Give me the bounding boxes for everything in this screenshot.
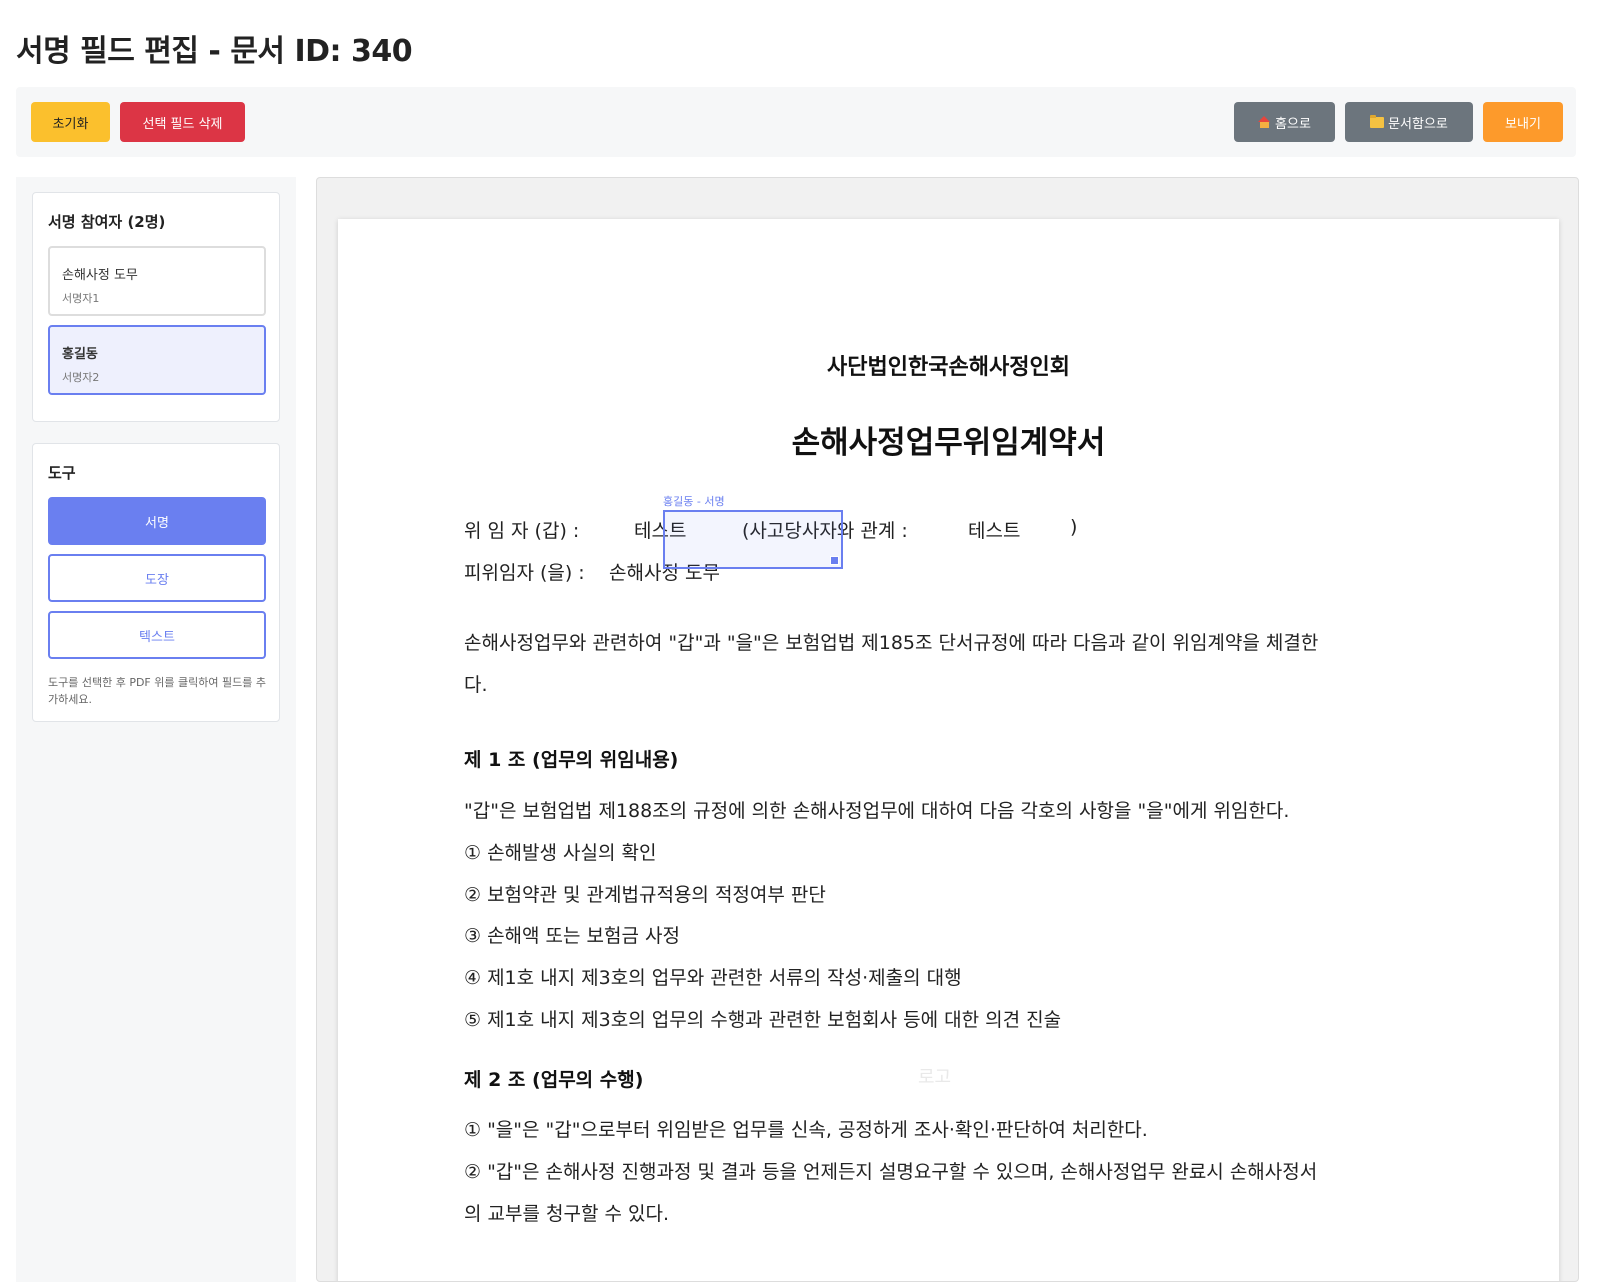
article1-item: ④ 제1호 내지 제3호의 업무와 관련한 서류의 작성·제출의 대행: [464, 967, 962, 989]
home-icon: [1258, 116, 1271, 128]
pdf-page[interactable]: 사단법인한국손해사정인회 손해사정업무위임계약서 위 임 자 (갑) : 테스트…: [338, 219, 1559, 1281]
article2-line: ② "갑"은 손해사정 진행과정 및 결과 등을 언제든지 설명요구할 수 있으…: [464, 1161, 1318, 1183]
delegate-label: 피위임자 (을) :: [464, 562, 585, 584]
documents-button[interactable]: 문서함으로: [1345, 102, 1473, 142]
participant-name: 손해사정 도무: [62, 268, 138, 283]
reset-button[interactable]: 초기화: [31, 102, 110, 142]
page-title: 서명 필드 편집 - 문서 ID: 340: [16, 34, 413, 69]
tools-panel: 도구 서명 도장 텍스트 도구를 선택한 후 PDF 위를 클릭하여 필드를 추…: [32, 443, 280, 722]
tool-text-button[interactable]: 텍스트: [48, 611, 266, 659]
participants-panel: 서명 참여자 (2명) 손해사정 도무 서명자1 홍길동 서명자2: [32, 192, 280, 422]
signature-field-label: 홍길동 - 서명: [663, 495, 725, 508]
tools-title: 도구: [48, 464, 76, 482]
pdf-viewer[interactable]: 사단법인한국손해사정인회 손해사정업무위임계약서 위 임 자 (갑) : 테스트…: [316, 177, 1579, 1282]
home-button-label: 홈으로: [1275, 116, 1311, 132]
doc-title: 손해사정업무위임계약서: [791, 425, 1106, 461]
logo-watermark: 로고: [918, 1067, 952, 1088]
tool-signature-button[interactable]: 서명: [48, 497, 266, 545]
participants-title: 서명 참여자 (2명): [48, 213, 166, 231]
intro-line: 손해사정업무와 관련하여 "갑"과 "을"은 보험업법 제185조 단서규정에 …: [464, 632, 1319, 654]
toolbar: 초기화 선택 필드 삭제 홈으로 문서함으로 보내기: [16, 87, 1576, 157]
article2-title: 제 2 조 (업무의 수행): [464, 1069, 644, 1091]
participant-name: 홍길동: [62, 347, 98, 362]
send-button[interactable]: 보내기: [1483, 102, 1563, 142]
doc-organization: 사단법인한국손해사정인회: [827, 355, 1070, 380]
article1-item: ⑤ 제1호 내지 제3호의 업무의 수행과 관련한 보험회사 등에 대한 의견 …: [464, 1009, 1062, 1031]
article1-item: ① 손해발생 사실의 확인: [464, 842, 657, 864]
article2-line: 의 교부를 청구할 수 있다.: [464, 1203, 669, 1225]
article1-lead: "갑"은 보험업법 제188조의 규정에 의한 손해사정업무에 대하여 다음 각…: [464, 800, 1290, 822]
signature-field[interactable]: [663, 510, 843, 569]
participant-item[interactable]: 손해사정 도무 서명자1: [48, 246, 266, 316]
article1-title: 제 1 조 (업무의 위임내용): [464, 749, 679, 771]
documents-button-label: 문서함으로: [1388, 116, 1448, 132]
delete-selected-field-button[interactable]: 선택 필드 삭제: [120, 102, 245, 142]
article1-item: ② 보험약관 및 관계법규적용의 적정여부 판단: [464, 884, 826, 906]
participant-role: 서명자1: [62, 292, 100, 305]
article1-item: ③ 손해액 또는 보험금 사정: [464, 925, 680, 947]
delegator-label: 위 임 자 (갑) :: [464, 520, 580, 542]
intro-line: 다.: [464, 674, 488, 696]
relation-value: 테스트: [968, 520, 1021, 542]
tool-stamp-button[interactable]: 도장: [48, 554, 266, 602]
home-button[interactable]: 홈으로: [1234, 102, 1335, 142]
resize-handle[interactable]: [830, 556, 839, 565]
tool-hint: 도구를 선택한 후 PDF 위를 클릭하여 필드를 추가하세요.: [48, 676, 266, 706]
participant-role: 서명자2: [62, 371, 100, 384]
relation-close: ): [1070, 516, 1078, 538]
article2-line: ① "을"은 "갑"으로부터 위임받은 업무를 신속, 공정하게 조사·확인·판…: [464, 1119, 1148, 1141]
folder-icon: [1370, 114, 1385, 128]
sidebar: 서명 참여자 (2명) 손해사정 도무 서명자1 홍길동 서명자2 도구 서명 …: [16, 177, 296, 1282]
participant-item-selected[interactable]: 홍길동 서명자2: [48, 325, 266, 395]
